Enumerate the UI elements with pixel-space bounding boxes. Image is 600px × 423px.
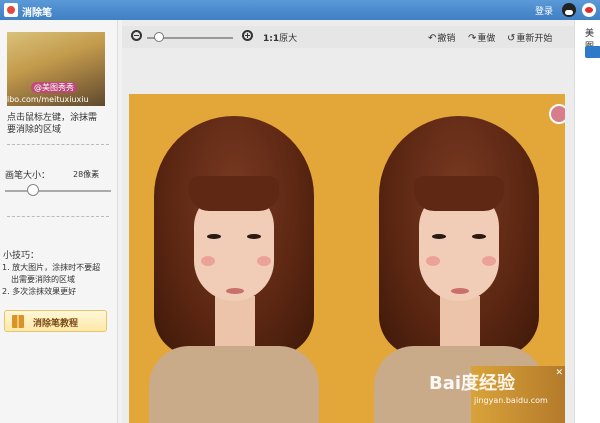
ratio-value: 1:1 xyxy=(263,34,280,44)
window-title: 消除笔 xyxy=(22,8,52,19)
undo-button[interactable]: ↶撤销 xyxy=(428,31,455,44)
brush-size-label: 画笔大小： xyxy=(5,171,51,181)
baidu-watermark-url: jingyan.baidu.com xyxy=(474,396,548,405)
brush-size-value: 28像素 xyxy=(73,170,100,179)
zoom-slider[interactable] xyxy=(147,32,233,42)
redo-button[interactable]: ↷重做 xyxy=(468,31,495,44)
tip-1-line-1: 1. 放大图片，涂抹时不要超 xyxy=(2,263,101,272)
toolbar: 1:1原大 ↶撤销 ↷重做 ↺重新开始 xyxy=(122,26,574,48)
zoom-slider-knob[interactable] xyxy=(154,32,164,42)
restart-button[interactable]: ↺重新开始 xyxy=(507,31,552,44)
tip-1-line-2: 出需要消除的区域 xyxy=(11,275,75,284)
image-thumbnail[interactable]: @美图秀秀 ibo.com/meituxiuxiu xyxy=(7,32,105,106)
restart-label: 重新开始 xyxy=(516,34,553,44)
tips-title: 小技巧： xyxy=(3,251,40,261)
ratio-label: 原大 xyxy=(279,34,298,44)
undo-label: 撤销 xyxy=(437,34,456,44)
brush-size-slider[interactable] xyxy=(5,184,111,196)
divider xyxy=(7,144,109,145)
actual-size-button[interactable]: 1:1原大 xyxy=(263,31,297,44)
brush-cursor xyxy=(549,104,565,124)
tutorial-button-label: 消除笔教程 xyxy=(33,319,79,329)
qq-icon[interactable] xyxy=(562,3,576,17)
tutorial-button[interactable]: 消除笔教程 xyxy=(4,310,107,332)
tip-2: 2. 多次涂抹效果更好 xyxy=(2,287,77,296)
app-icon xyxy=(4,3,18,17)
sidebar: @美图秀秀 ibo.com/meituxiuxiu 点击鼠标左键，涂抹需 要消除… xyxy=(0,20,118,423)
zoom-out-icon[interactable] xyxy=(131,30,142,41)
hint-text: 点击鼠标左键，涂抹需 要消除的区域 xyxy=(7,112,111,136)
baidu-watermark: Bai度经验 xyxy=(429,373,516,394)
thumbnail-badge: @美图秀秀 xyxy=(31,82,77,93)
right-panel: 美图 xyxy=(574,20,600,423)
brush-size-slider-knob[interactable] xyxy=(27,184,39,196)
hint-line-1: 点击鼠标左键，涂抹需 xyxy=(7,113,98,123)
editor-area: 1:1原大 ↶撤销 ↷重做 ↺重新开始 ✕ Bai度经验 jingyan.bai… xyxy=(122,20,574,423)
zoom-in-icon[interactable] xyxy=(242,30,253,41)
thumbnail-watermark: ibo.com/meituxiuxiu xyxy=(7,95,89,104)
redo-label: 重做 xyxy=(477,34,496,44)
login-link[interactable]: 登录 xyxy=(535,4,553,17)
close-icon[interactable]: ✕ xyxy=(555,368,563,378)
title-bar: 消除笔 登录 xyxy=(0,0,600,20)
tips-list: 1. 放大图片，涂抹时不要超 出需要消除的区域 2. 多次涂抹效果更好 xyxy=(2,262,112,298)
undo-icon: ↶ xyxy=(428,33,437,44)
right-panel-button[interactable] xyxy=(585,46,600,58)
redo-icon: ↷ xyxy=(468,33,477,44)
restart-icon: ↺ xyxy=(507,33,516,44)
divider xyxy=(7,216,109,217)
hint-line-2: 要消除的区域 xyxy=(7,125,62,135)
weibo-icon[interactable] xyxy=(582,3,596,17)
book-icon xyxy=(12,315,24,328)
image-canvas[interactable]: ✕ Bai度经验 jingyan.baidu.com xyxy=(129,94,565,423)
portrait-left xyxy=(149,116,319,423)
